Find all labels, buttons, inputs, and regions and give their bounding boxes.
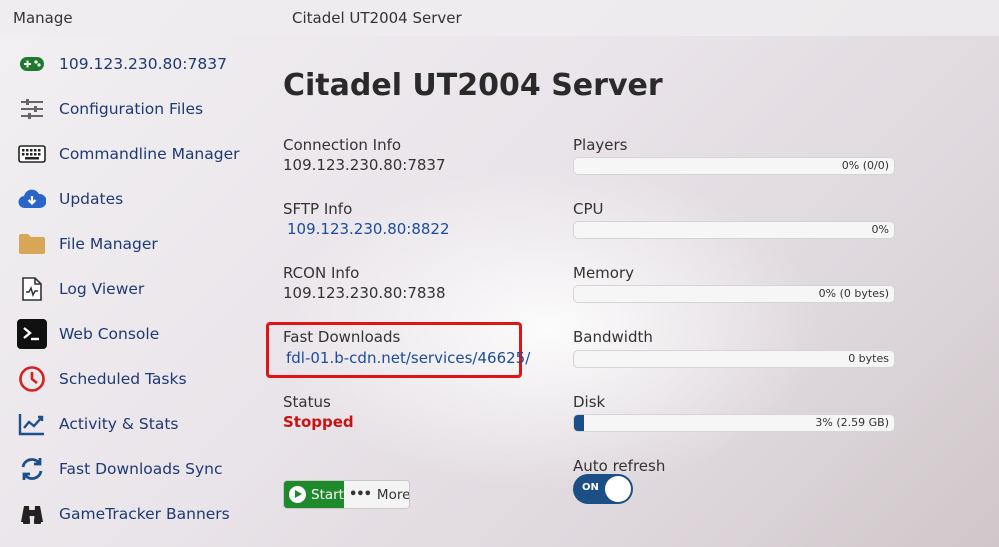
auto-refresh-label: Auto refresh: [573, 457, 666, 475]
ellipsis-icon: •••: [348, 487, 372, 502]
more-button[interactable]: ••• More: [343, 481, 410, 508]
sidebar-item-updates[interactable]: Updates: [17, 181, 123, 217]
sidebar-item-label: Updates: [59, 190, 124, 208]
connection-info-label: Connection Info: [283, 136, 402, 154]
disk-progress-fill: [574, 415, 584, 431]
sidebar-item-label: Fast Downloads Sync: [59, 460, 223, 478]
server-action-buttons: Start ••• More: [283, 480, 410, 509]
top-bar: Manage Citadel UT2004 Server: [0, 0, 999, 36]
terminal-icon: [17, 319, 47, 349]
chart-line-icon: [17, 409, 47, 439]
start-button[interactable]: Start: [284, 481, 344, 508]
auto-refresh-toggle[interactable]: ON: [573, 474, 633, 504]
memory-label: Memory: [573, 264, 635, 282]
disk-progress-bar: 3% (2.59 GB): [573, 414, 895, 432]
gamepad-icon: [17, 49, 47, 79]
sftp-info-link[interactable]: 109.123.230.80:8822: [287, 220, 450, 238]
sidebar-item-label: Activity & Stats: [59, 415, 179, 433]
manage-title: Manage: [13, 9, 73, 27]
sidebar-item-label: File Manager: [59, 235, 158, 253]
sidebar-item-gametracker-banners[interactable]: GameTracker Banners: [17, 496, 230, 532]
status-label: Status: [283, 393, 331, 411]
toggle-state-label: ON: [582, 482, 599, 493]
sidebar-item-label: Configuration Files: [59, 100, 204, 118]
cpu-label: CPU: [573, 200, 604, 218]
folder-icon: [17, 229, 47, 259]
sidebar-item-label: Web Console: [59, 325, 160, 343]
rcon-info-label: RCON Info: [283, 264, 360, 282]
sidebar-item-fast-downloads-sync[interactable]: Fast Downloads Sync: [17, 451, 222, 487]
sftp-info-label: SFTP Info: [283, 200, 353, 218]
clock-icon: [17, 364, 47, 394]
status-badge: Stopped: [283, 413, 354, 431]
rcon-info-value: 109.123.230.80:7838: [283, 284, 446, 302]
page-title: Citadel UT2004 Server: [283, 68, 663, 103]
sliders-icon: [17, 94, 47, 124]
sidebar-item-web-console[interactable]: Web Console: [17, 316, 159, 352]
players-value: 0% (0/0): [841, 159, 889, 172]
bandwidth-progress-bar: 0 bytes: [573, 350, 895, 368]
sidebar-item-file-manager[interactable]: File Manager: [17, 226, 158, 262]
cpu-value: 0%: [871, 223, 889, 236]
sidebar-item-label: Scheduled Tasks: [59, 370, 187, 388]
memory-progress-bar: 0% (0 bytes): [573, 285, 895, 303]
players-progress-bar: 0% (0/0): [573, 157, 895, 175]
sync-icon: [17, 454, 47, 484]
bandwidth-label: Bandwidth: [573, 328, 653, 346]
disk-value: 3% (2.59 GB): [815, 416, 889, 429]
bandwidth-value: 0 bytes: [848, 352, 889, 365]
players-label: Players: [573, 136, 628, 154]
play-icon: [289, 486, 306, 503]
more-button-label: More: [376, 486, 410, 503]
cloud-download-icon: [17, 184, 47, 214]
sidebar-item-commandline-manager[interactable]: Commandline Manager: [17, 136, 240, 172]
sidebar-item-label: 109.123.230.80:7837: [59, 55, 227, 73]
start-button-label: Start: [311, 486, 344, 503]
sidebar-item-label: Log Viewer: [59, 280, 145, 298]
sidebar-item-scheduled-tasks[interactable]: Scheduled Tasks: [17, 361, 187, 397]
fast-downloads-label: Fast Downloads: [283, 328, 401, 346]
sidebar-item-activity-stats[interactable]: Activity & Stats: [17, 406, 178, 442]
server-title: Citadel UT2004 Server: [292, 9, 462, 27]
disk-label: Disk: [573, 393, 606, 411]
sidebar-item-server-address[interactable]: 109.123.230.80:7837: [17, 46, 227, 82]
toggle-knob: [605, 476, 631, 502]
fast-downloads-link[interactable]: fdl-01.b-cdn.net/services/46625/: [286, 349, 530, 367]
binoculars-icon: [17, 499, 47, 529]
memory-value: 0% (0 bytes): [818, 287, 889, 300]
connection-info-value: 109.123.230.80:7837: [283, 156, 446, 174]
keyboard-icon: [17, 139, 47, 169]
sidebar-item-label: GameTracker Banners: [59, 505, 230, 523]
file-pulse-icon: [17, 274, 47, 304]
cpu-progress-bar: 0%: [573, 221, 895, 239]
sidebar-item-log-viewer[interactable]: Log Viewer: [17, 271, 144, 307]
sidebar-item-label: Commandline Manager: [59, 145, 240, 163]
sidebar-item-configuration-files[interactable]: Configuration Files: [17, 91, 203, 127]
